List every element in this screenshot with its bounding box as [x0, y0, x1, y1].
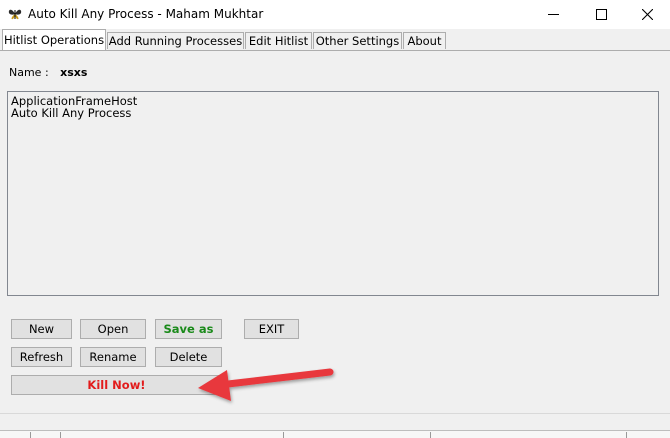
close-button[interactable]	[624, 0, 670, 29]
list-item[interactable]: Auto Kill Any Process	[8, 107, 658, 119]
tab-label: Add Running Processes	[108, 34, 243, 48]
taskbar-item	[283, 432, 284, 438]
rename-button[interactable]: Rename	[80, 347, 146, 367]
taskbar-item	[30, 432, 31, 438]
butterfly-icon	[8, 9, 22, 20]
tab-add-running-processes[interactable]: Add Running Processes	[107, 32, 244, 49]
open-button[interactable]: Open	[80, 319, 146, 339]
save-as-button[interactable]: Save as	[155, 319, 222, 339]
maximize-button[interactable]	[578, 0, 624, 29]
minimize-icon	[547, 14, 559, 15]
maximize-icon	[595, 9, 607, 20]
tab-edit-hitlist[interactable]: Edit Hitlist	[245, 32, 312, 49]
window-title: Auto Kill Any Process - Maham Mukhtar	[28, 7, 264, 21]
refresh-button[interactable]: Refresh	[11, 347, 72, 367]
hitlist-name-value: xsxs	[60, 66, 88, 79]
hitlist-name-row: Name : xsxs	[9, 66, 87, 79]
title-bar[interactable]: Auto Kill Any Process - Maham Mukhtar	[0, 0, 670, 29]
delete-button[interactable]: Delete	[155, 347, 222, 367]
tab-about[interactable]: About	[403, 32, 446, 49]
tab-other-settings[interactable]: Other Settings	[313, 32, 402, 49]
hitlist-listbox[interactable]: ApplicationFrameHost Auto Kill Any Proce…	[7, 91, 659, 296]
exit-button[interactable]: EXIT	[244, 319, 299, 339]
minimize-button[interactable]	[530, 0, 576, 29]
tab-label: About	[407, 34, 442, 48]
kill-now-button[interactable]: Kill Now!	[11, 375, 222, 395]
tab-label: Other Settings	[315, 34, 400, 48]
new-button[interactable]: New	[11, 319, 72, 339]
taskbar-item	[430, 432, 431, 438]
close-icon	[641, 9, 653, 20]
taskbar-item	[60, 432, 61, 438]
name-label: Name :	[9, 66, 49, 79]
tab-label: Hitlist Operations	[3, 33, 105, 47]
taskbar-item	[626, 432, 627, 438]
app-window: Auto Kill Any Process - Maham Mukhtar Hi…	[0, 0, 670, 438]
tab-hitlist-operations[interactable]: Hitlist Operations	[2, 29, 106, 50]
tab-label: Edit Hitlist	[248, 34, 309, 48]
tab-strip: Hitlist Operations Add Running Processes…	[0, 29, 670, 51]
